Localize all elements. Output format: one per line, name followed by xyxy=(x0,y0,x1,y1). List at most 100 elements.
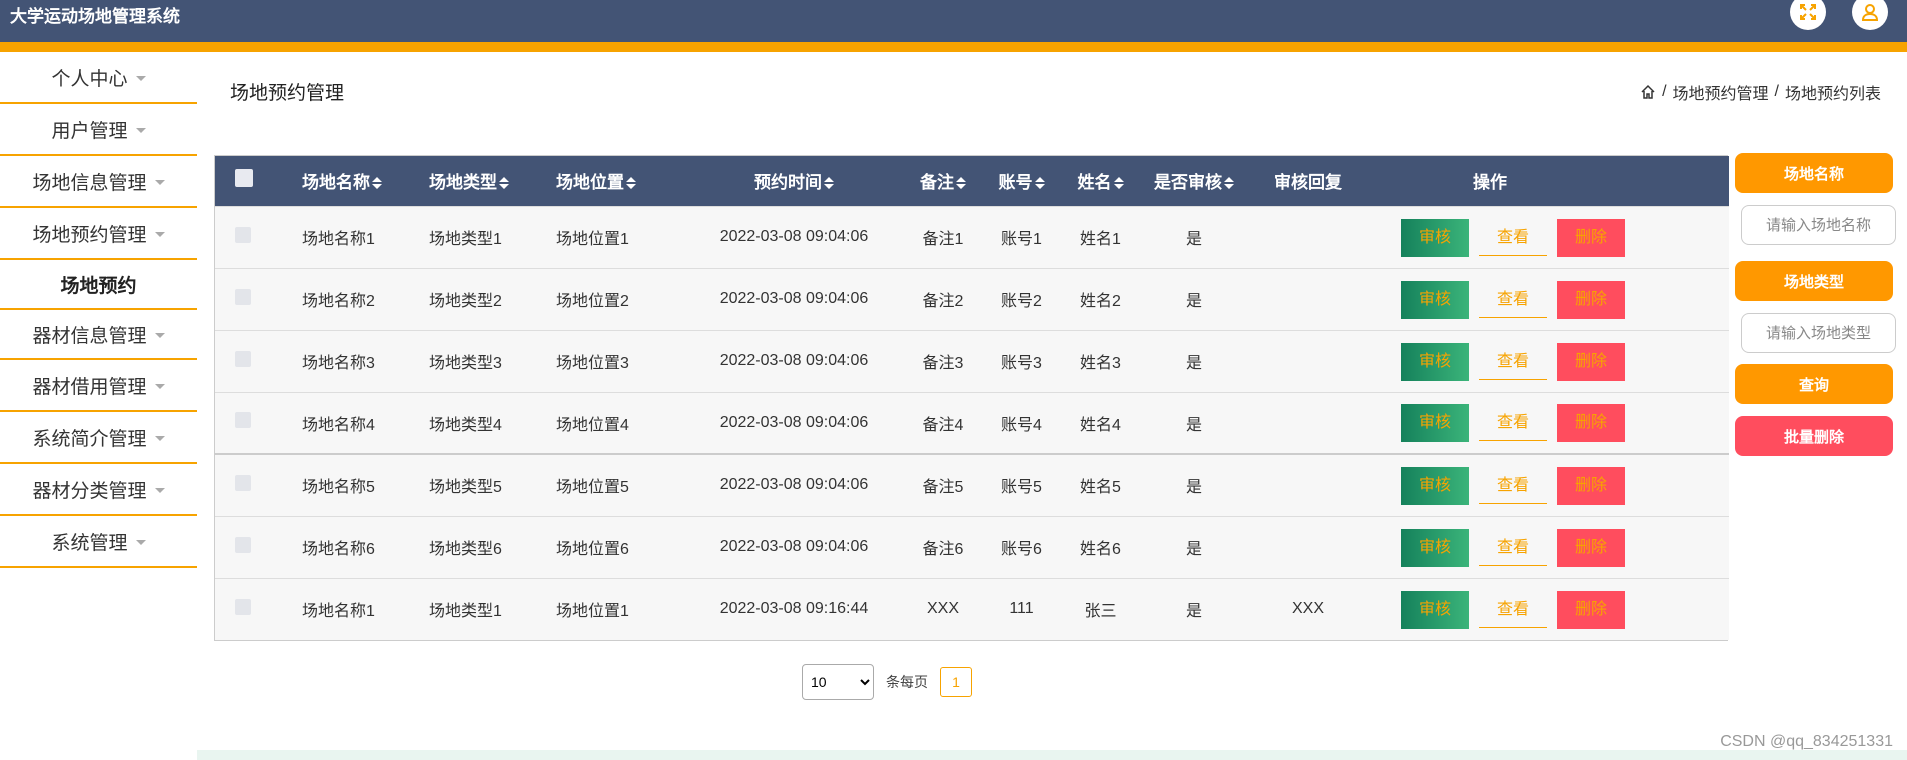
cell-note: 备注3 xyxy=(922,355,964,372)
chevron-down-icon xyxy=(154,332,165,338)
table-header-row: 场地名称 场地类型 场地位置 预约时间 备注 账号 姓名 是否审核 审核回复 操… xyxy=(215,156,1729,206)
table-row: 场地名称4 场地类型4 场地位置4 2022-03-08 09:04:06 备注… xyxy=(215,392,1729,454)
column-header-person-name[interactable]: 姓名 xyxy=(1061,156,1140,206)
sidebar-item-user-management[interactable]: 用户管理 xyxy=(0,104,197,156)
view-button[interactable]: 查看 xyxy=(1479,590,1547,628)
table-row: 场地名称1 场地类型1 场地位置1 2022-03-08 09:16:44 XX… xyxy=(215,578,1729,640)
delete-button[interactable]: 删除 xyxy=(1557,342,1625,381)
cell-audited: 是 xyxy=(1185,416,1202,434)
cell-note: 备注1 xyxy=(922,231,964,248)
sort-icon[interactable] xyxy=(499,174,509,194)
sidebar-item-venue-booking[interactable]: 场地预约管理 xyxy=(0,208,197,260)
user-button[interactable] xyxy=(1852,0,1888,30)
fullscreen-button[interactable] xyxy=(1790,0,1826,30)
cell-venue-location: 场地位置3 xyxy=(556,355,629,372)
audit-button[interactable]: 审核 xyxy=(1401,466,1469,505)
venue-type-input[interactable] xyxy=(1741,313,1896,353)
column-header-audited[interactable]: 是否审核 xyxy=(1140,156,1248,206)
row-checkbox[interactable] xyxy=(235,350,251,367)
delete-button[interactable]: 删除 xyxy=(1557,590,1625,629)
audit-button[interactable]: 审核 xyxy=(1401,342,1469,381)
audit-button[interactable]: 审核 xyxy=(1401,280,1469,319)
sidebar-subitem-venue-booking[interactable]: 场地预约 xyxy=(0,260,197,308)
cell-actions: 审核 查看 删除 xyxy=(1368,206,1729,268)
sort-icon[interactable] xyxy=(1113,174,1124,194)
sidebar-item-label: 器材信息管理 xyxy=(32,325,147,347)
sort-icon[interactable] xyxy=(626,174,636,194)
cell-audited: 是 xyxy=(1185,231,1202,248)
cell-venue-name: 场地名称1 xyxy=(302,231,375,248)
watermark: CSDN @qq_834251331 xyxy=(1720,733,1893,750)
table-row: 场地名称1 场地类型1 场地位置1 2022-03-08 09:04:06 备注… xyxy=(215,206,1729,268)
column-header-account[interactable]: 账号 xyxy=(982,156,1061,206)
row-checkbox[interactable] xyxy=(235,288,251,305)
row-checkbox[interactable] xyxy=(235,226,251,243)
cell-account: 账号6 xyxy=(1001,541,1042,558)
query-button[interactable]: 查询 xyxy=(1735,364,1893,404)
view-button[interactable]: 查看 xyxy=(1479,466,1547,504)
view-button[interactable]: 查看 xyxy=(1479,403,1547,442)
row-checkbox[interactable] xyxy=(235,598,251,615)
sidebar-item-system-management[interactable]: 系统管理 xyxy=(0,516,197,568)
sidebar-item-personal-center[interactable]: 个人中心 xyxy=(0,52,197,104)
cell-venue-location: 场地位置2 xyxy=(556,293,629,310)
delete-button[interactable]: 删除 xyxy=(1557,466,1625,505)
breadcrumb-item-booking-management[interactable]: 场地预约管理 xyxy=(1673,80,1769,104)
column-header-venue-location[interactable]: 场地位置 xyxy=(556,156,684,206)
sidebar-item-venue-info[interactable]: 场地信息管理 xyxy=(0,156,197,208)
sort-icon[interactable] xyxy=(1034,174,1045,194)
cell-venue-type: 场地类型2 xyxy=(429,293,502,310)
cell-booking-time: 2022-03-08 09:04:06 xyxy=(719,538,869,555)
cell-actions: 审核 查看 删除 xyxy=(1368,578,1729,640)
cell-booking-time: 2022-03-08 09:04:06 xyxy=(719,413,869,431)
column-header-venue-type[interactable]: 场地类型 xyxy=(429,156,556,206)
sort-icon[interactable] xyxy=(1224,174,1234,194)
column-header-booking-time[interactable]: 预约时间 xyxy=(684,156,904,206)
delete-button[interactable]: 删除 xyxy=(1557,404,1625,443)
column-header-note[interactable]: 备注 xyxy=(904,156,982,206)
sidebar-item-label: 系统管理 xyxy=(51,532,128,554)
chevron-down-icon xyxy=(154,383,165,389)
row-checkbox[interactable] xyxy=(235,474,251,491)
row-checkbox[interactable] xyxy=(235,412,251,429)
sort-icon[interactable] xyxy=(956,174,966,194)
sidebar-item-equipment-info[interactable]: 器材信息管理 xyxy=(0,308,197,360)
delete-button[interactable]: 删除 xyxy=(1557,280,1625,319)
cell-actions: 审核 查看 删除 xyxy=(1368,516,1729,578)
cell-venue-location: 场地位置4 xyxy=(556,416,629,434)
delete-button[interactable]: 删除 xyxy=(1557,528,1625,567)
view-button[interactable]: 查看 xyxy=(1479,528,1547,566)
top-bar: 大学运动场地管理系统 xyxy=(0,0,1907,52)
cell-audit-reply xyxy=(1248,392,1368,454)
audit-button[interactable]: 审核 xyxy=(1401,528,1469,567)
column-header-venue-name[interactable]: 场地名称 xyxy=(302,156,429,206)
view-button[interactable]: 查看 xyxy=(1479,342,1547,380)
view-button[interactable]: 查看 xyxy=(1479,218,1547,256)
cell-note: 备注6 xyxy=(922,541,964,558)
venue-name-input[interactable] xyxy=(1741,205,1896,245)
cell-venue-name: 场地名称3 xyxy=(302,355,375,372)
cell-account: 账号5 xyxy=(1001,479,1042,497)
audit-button[interactable]: 审核 xyxy=(1401,404,1469,443)
sidebar-item-equipment-borrow[interactable]: 器材借用管理 xyxy=(0,360,197,412)
sidebar-item-equipment-category[interactable]: 器材分类管理 xyxy=(0,464,197,516)
page-number-button[interactable]: 1 xyxy=(940,667,972,697)
audit-button[interactable]: 审核 xyxy=(1401,218,1469,257)
cell-booking-time: 2022-03-08 09:04:06 xyxy=(719,290,869,307)
cell-audited: 是 xyxy=(1185,541,1202,558)
view-button[interactable]: 查看 xyxy=(1479,280,1547,318)
sort-icon[interactable] xyxy=(372,174,382,194)
home-icon[interactable] xyxy=(1640,84,1656,100)
sidebar-item-system-intro[interactable]: 系统简介管理 xyxy=(0,412,197,464)
select-all-checkbox[interactable] xyxy=(235,169,253,188)
cell-actions: 审核 查看 删除 xyxy=(1368,268,1729,330)
page-size-select[interactable]: 10 xyxy=(802,664,874,700)
cell-venue-type: 场地类型6 xyxy=(429,541,502,558)
sort-icon[interactable] xyxy=(824,174,834,194)
row-checkbox[interactable] xyxy=(235,536,251,553)
delete-button[interactable]: 删除 xyxy=(1557,218,1625,257)
batch-delete-button[interactable]: 批量删除 xyxy=(1735,416,1893,456)
user-icon xyxy=(1861,4,1879,21)
audit-button[interactable]: 审核 xyxy=(1401,590,1469,629)
cell-note: 备注5 xyxy=(922,479,964,497)
